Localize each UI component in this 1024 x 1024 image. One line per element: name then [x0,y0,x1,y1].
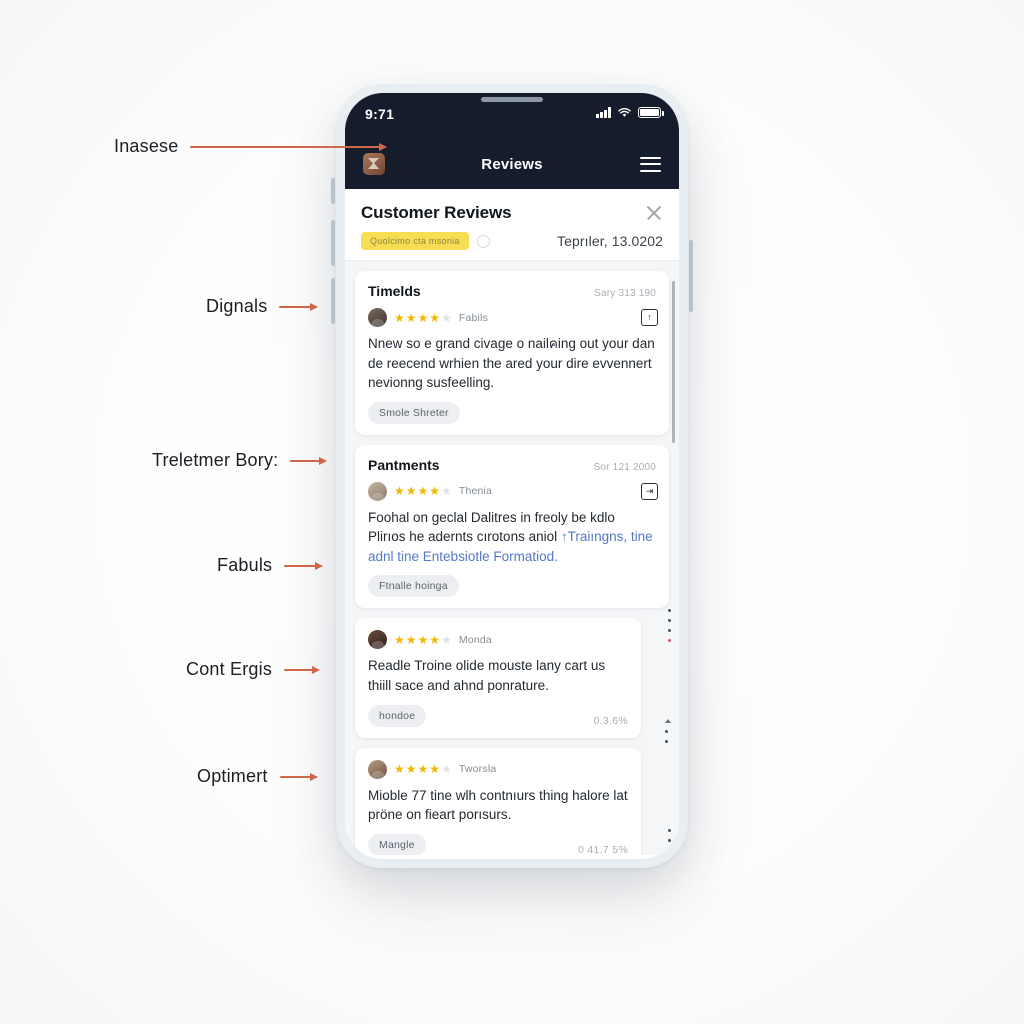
annotation-label: Treletmer Bory: [152,450,279,470]
mute-switch[interactable] [331,178,335,204]
annotation-arrow-icon [279,305,318,308]
annotation-dignals: Dignals [206,296,318,317]
annotation-label: Inasese [114,136,179,156]
volume-down-button[interactable] [331,278,335,324]
annotation-arrow-icon [190,145,387,148]
power-button[interactable] [689,240,693,312]
annotation-fabuls: Fabuls [217,555,323,576]
annotation-label: Optimert [197,766,268,786]
annotation-treletmer-bory: Treletmer Bory: [152,450,327,471]
annotation-arrow-icon [279,775,317,778]
annotation-label: Cont Ergis [186,659,273,679]
annotation-optimert: Optimert [197,766,317,787]
annotation-arrow-icon [284,564,323,567]
annotation-label: Dignals [206,296,268,316]
annotation-label: Fabuls [217,555,273,575]
annotation-layer: Inasese Dignals Treletmer Bory: Fabuls C… [0,0,1024,1024]
volume-up-button[interactable] [331,220,335,266]
annotation-inasese: Inasese [114,136,387,157]
annotation-cont-ergis: Cont Ergis [186,659,320,680]
annotation-arrow-icon [290,459,327,462]
annotation-arrow-icon [284,668,320,671]
